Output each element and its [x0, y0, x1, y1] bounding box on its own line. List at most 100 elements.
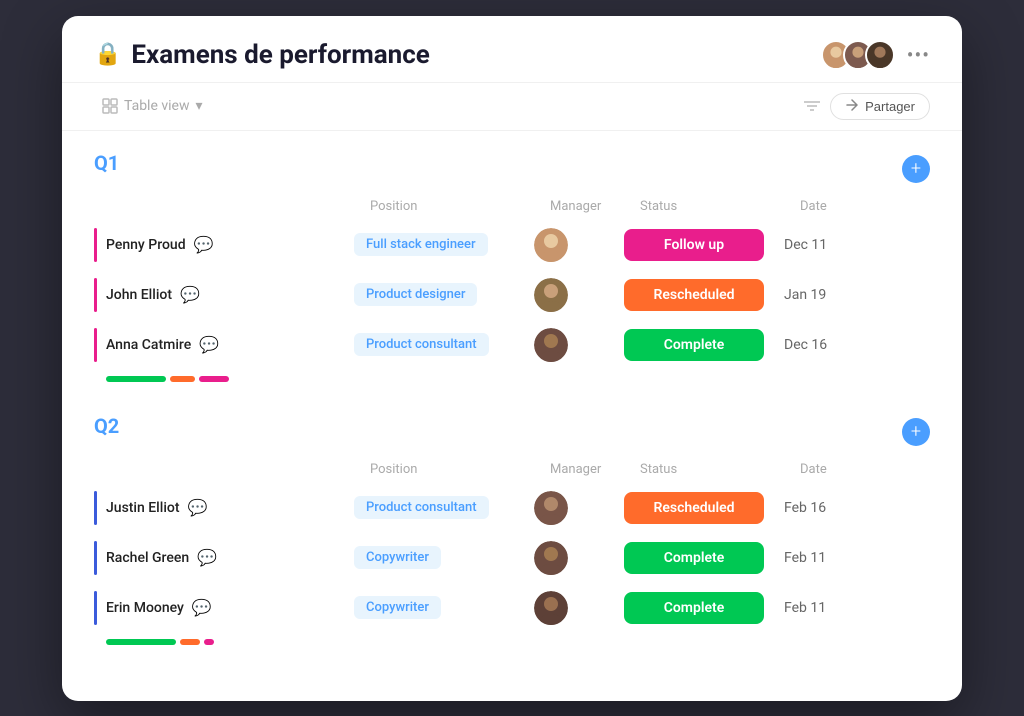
row-person-name: John Elliot: [106, 287, 172, 303]
manager-avatar: [534, 328, 568, 362]
row-indicator: [94, 228, 97, 262]
row-manager: [534, 328, 624, 362]
position-badge: Product consultant: [354, 333, 489, 356]
chat-icon[interactable]: 💬: [188, 498, 208, 517]
status-badge: Complete: [624, 542, 764, 574]
table-row: Justin Elliot 💬 Product consultant Resch…: [94, 483, 930, 533]
row-manager: [534, 591, 624, 625]
row-manager: [534, 278, 624, 312]
table-view-label: Table view: [124, 98, 190, 114]
filter-svg: [804, 100, 820, 112]
row-date: Dec 11: [784, 237, 884, 253]
row-status: Follow up: [624, 229, 784, 261]
chat-icon[interactable]: 💬: [194, 235, 214, 254]
share-button[interactable]: Partager: [830, 93, 930, 120]
table-row: Anna Catmire 💬 Product consultant Comple…: [94, 320, 930, 370]
add-q1-button[interactable]: +: [902, 155, 930, 183]
row-indicator: [94, 278, 97, 312]
status-badge: Rescheduled: [624, 492, 764, 524]
share-label: Partager: [865, 99, 915, 114]
table-row: Penny Proud 💬 Full stack engineer Follow…: [94, 220, 930, 270]
manager-avatar: [534, 491, 568, 525]
progress-rescheduled: [170, 376, 195, 382]
q1-progress-bar: [94, 376, 930, 382]
col-name-header: [110, 199, 370, 214]
row-name-cell: Erin Mooney 💬: [94, 598, 354, 617]
status-badge: Follow up: [624, 229, 764, 261]
col-date-header: Date: [800, 462, 900, 477]
section-q2-label: Q2: [94, 414, 119, 438]
position-badge: Product designer: [354, 283, 477, 306]
row-name-cell: Rachel Green 💬: [94, 548, 354, 567]
content-area: Q1 + Position Manager Status Date Penny …: [62, 131, 962, 701]
manager-avatar: [534, 228, 568, 262]
status-badge: Complete: [624, 329, 764, 361]
progress-rescheduled: [180, 639, 200, 645]
header-right: •••: [821, 40, 930, 70]
filter-icon[interactable]: [804, 97, 820, 116]
position-badge: Full stack engineer: [354, 233, 488, 256]
chat-icon[interactable]: 💬: [180, 285, 200, 304]
manager-avatar: [534, 278, 568, 312]
row-person-name: Justin Elliot: [106, 500, 180, 516]
manager-avatar: [534, 541, 568, 575]
add-q2-button[interactable]: +: [902, 418, 930, 446]
row-status: Complete: [624, 542, 784, 574]
row-position: Product consultant: [354, 496, 534, 519]
row-person-name: Erin Mooney: [106, 600, 184, 616]
manager-avatar: [534, 591, 568, 625]
row-date: Feb 16: [784, 500, 884, 516]
section-q1-header: Q1 +: [94, 151, 930, 187]
chevron-down-icon: ▾: [196, 98, 203, 114]
q2-progress-bar: [94, 639, 930, 645]
section-q2: Q2 + Position Manager Status Date Justin…: [94, 414, 930, 645]
section-q1: Q1 + Position Manager Status Date Penny …: [94, 151, 930, 382]
col-manager-header: Manager: [550, 199, 640, 214]
row-status: Rescheduled: [624, 279, 784, 311]
col-date-header: Date: [800, 199, 900, 214]
q1-table-header: Position Manager Status Date: [94, 195, 930, 220]
chat-icon[interactable]: 💬: [192, 598, 212, 617]
row-status: Complete: [624, 592, 784, 624]
col-name-header: [110, 462, 370, 477]
row-status: Rescheduled: [624, 492, 784, 524]
header-left: 🔒 Examens de performance: [94, 40, 430, 70]
col-manager-header: Manager: [550, 462, 640, 477]
row-status: Complete: [624, 329, 784, 361]
col-status-header: Status: [640, 199, 800, 214]
row-name-cell: Anna Catmire 💬: [94, 335, 354, 354]
lock-icon: 🔒: [94, 42, 121, 67]
col-position-header: Position: [370, 199, 550, 214]
table-row: Erin Mooney 💬 Copywriter Complete Feb 11: [94, 583, 930, 633]
table-row: Rachel Green 💬 Copywriter Complete Feb 1…: [94, 533, 930, 583]
table-icon: [102, 98, 118, 114]
row-name-cell: Justin Elliot 💬: [94, 498, 354, 517]
row-manager: [534, 541, 624, 575]
progress-followup: [204, 639, 214, 645]
section-q2-header: Q2 +: [94, 414, 930, 450]
row-indicator: [94, 491, 97, 525]
row-position: Copywriter: [354, 596, 534, 619]
section-q1-label: Q1: [94, 151, 119, 175]
row-date: Jan 19: [784, 287, 884, 303]
row-position: Copywriter: [354, 546, 534, 569]
row-person-name: Rachel Green: [106, 550, 189, 566]
progress-complete: [106, 639, 176, 645]
chat-icon[interactable]: 💬: [199, 335, 219, 354]
page-header: 🔒 Examens de performance •••: [62, 16, 962, 83]
row-indicator: [94, 328, 97, 362]
position-badge: Copywriter: [354, 546, 441, 569]
row-position: Product designer: [354, 283, 534, 306]
row-date: Feb 11: [784, 550, 884, 566]
row-date: Dec 16: [784, 337, 884, 353]
more-options-button[interactable]: •••: [907, 43, 930, 67]
status-badge: Complete: [624, 592, 764, 624]
table-view-button[interactable]: Table view ▾: [94, 94, 211, 118]
col-status-header: Status: [640, 462, 800, 477]
position-badge: Product consultant: [354, 496, 489, 519]
q2-table-header: Position Manager Status Date: [94, 458, 930, 483]
row-name-cell: Penny Proud 💬: [94, 235, 354, 254]
row-indicator: [94, 591, 97, 625]
chat-icon[interactable]: 💬: [197, 548, 217, 567]
row-person-name: Penny Proud: [106, 237, 186, 253]
